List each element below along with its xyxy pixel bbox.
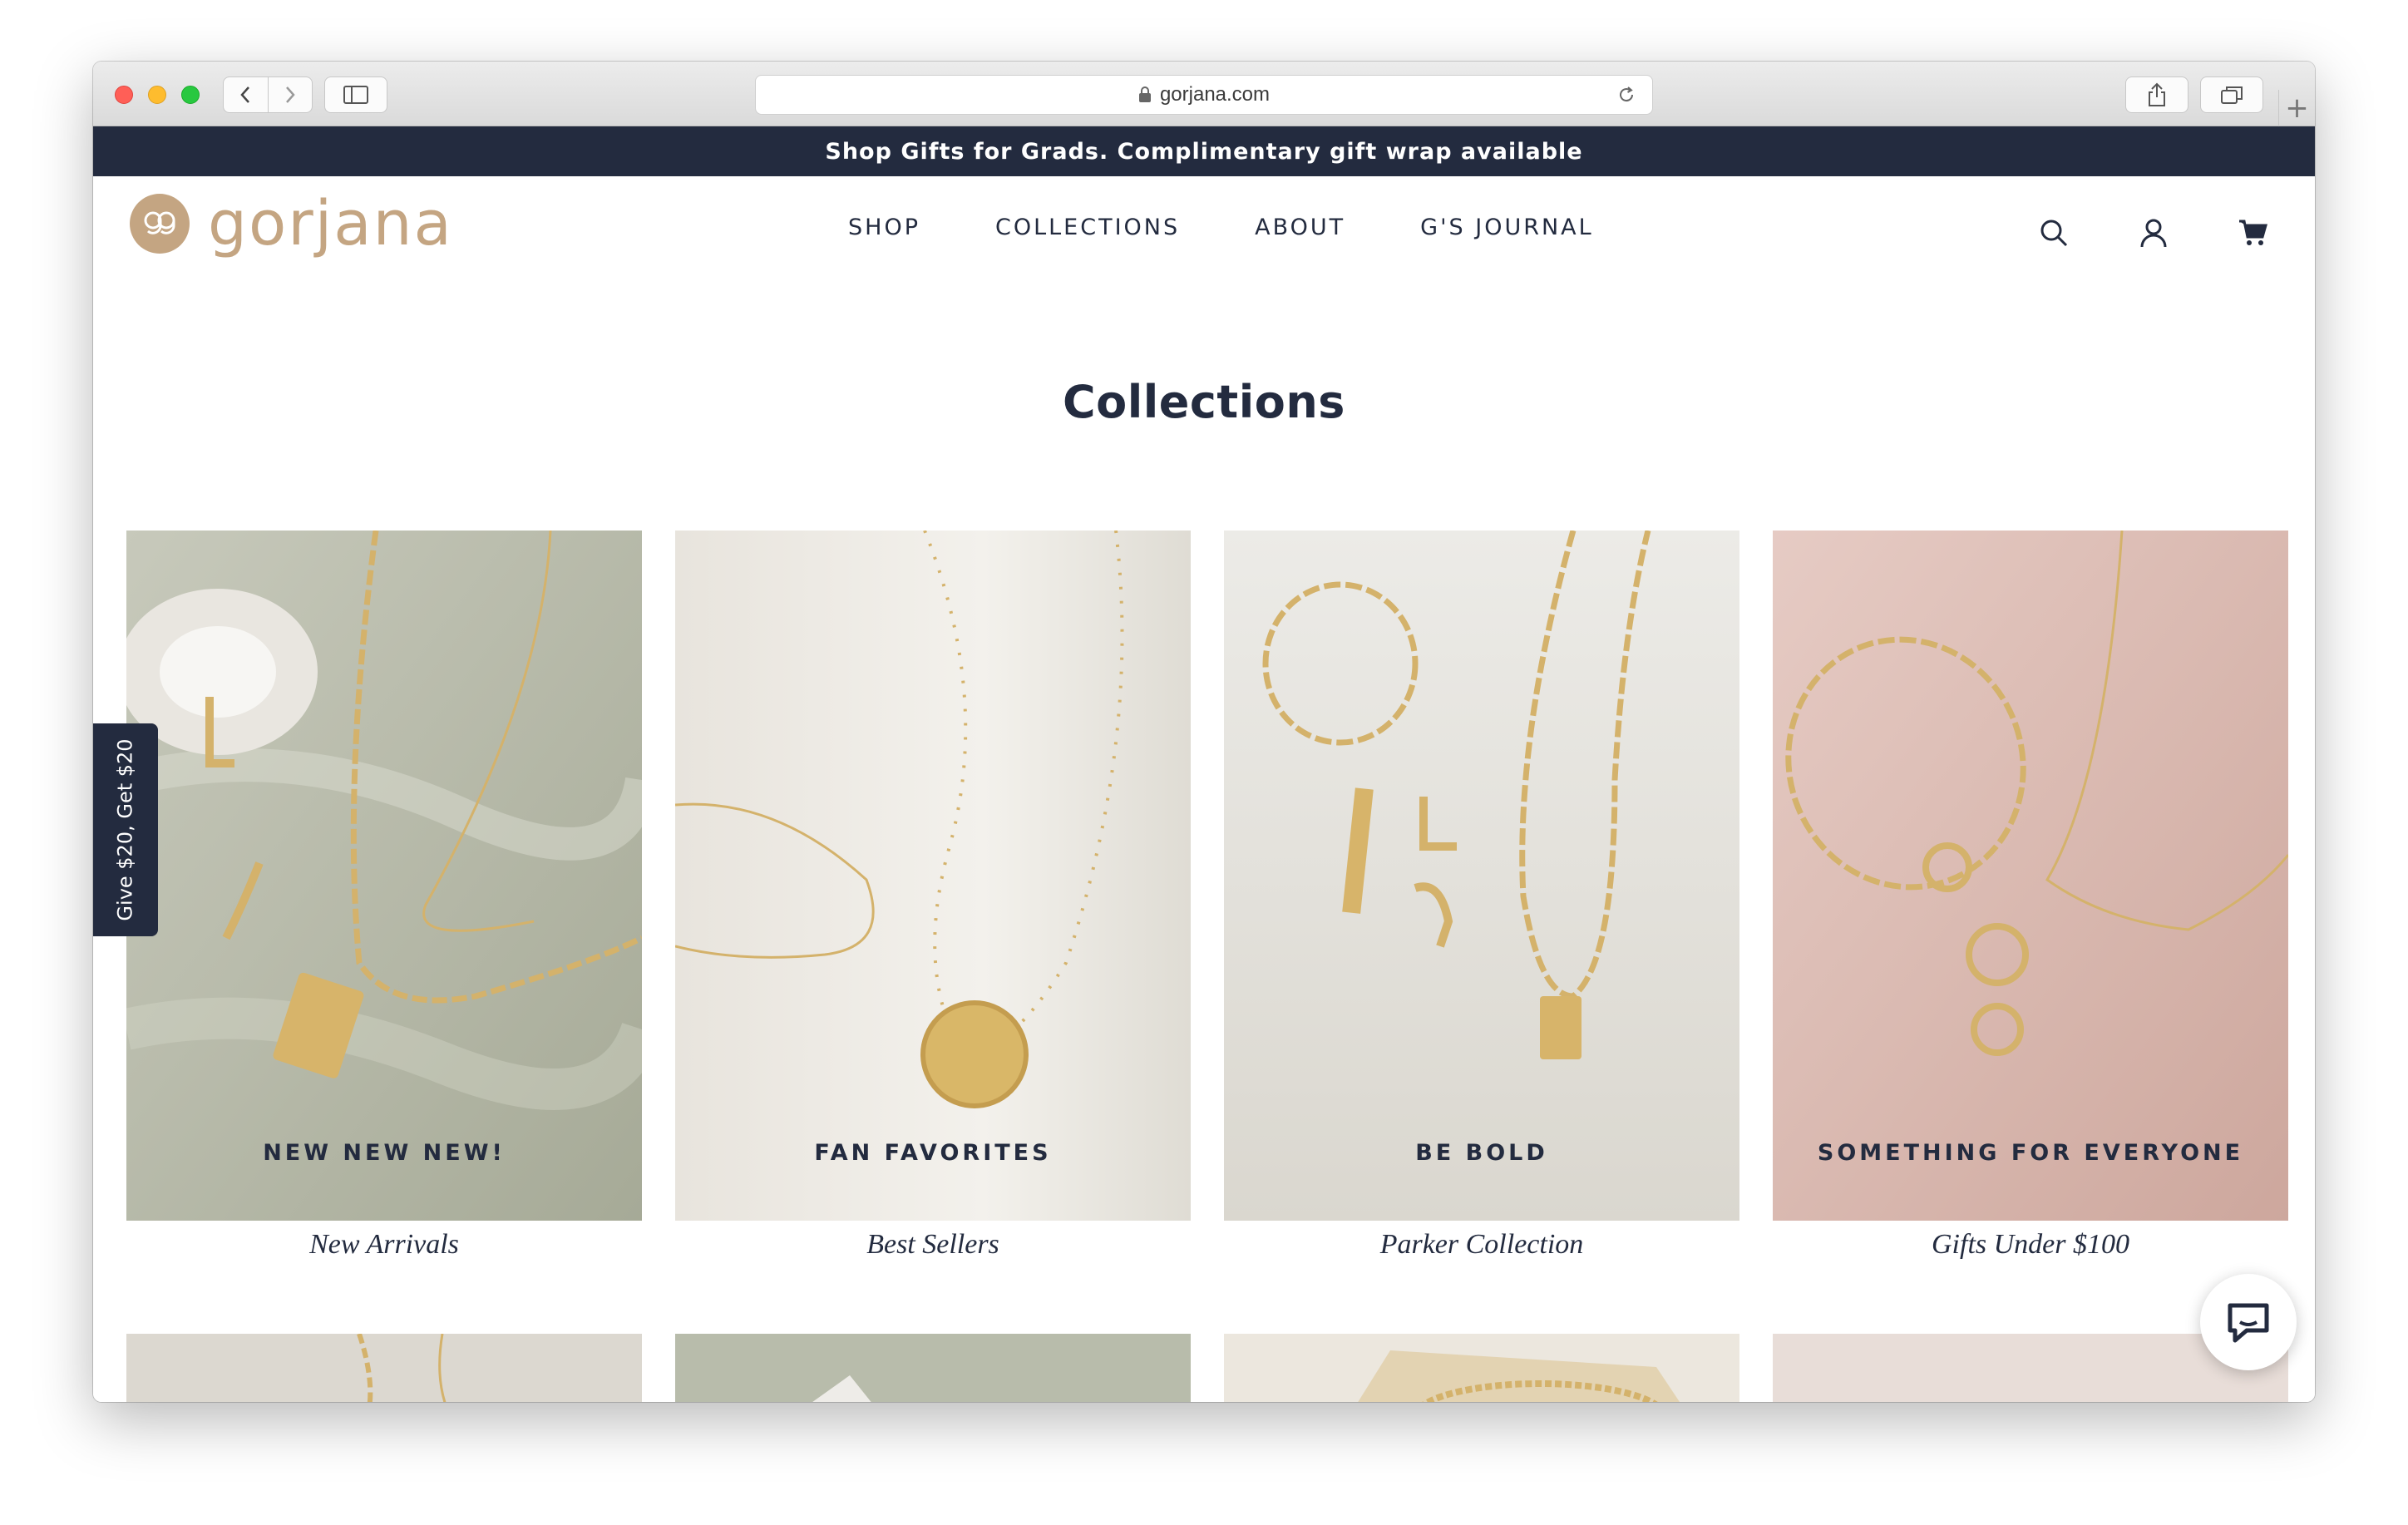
web-page: Shop Gifts for Grads. Complimentary gift… <box>93 126 2315 1402</box>
sidebar-icon <box>343 86 368 104</box>
promo-banner[interactable]: Shop Gifts for Grads. Complimentary gift… <box>93 126 2315 176</box>
nav-journal[interactable]: G'S JOURNAL <box>1420 215 1594 240</box>
site-logo[interactable]: gorjana <box>130 193 453 254</box>
jewelry-photo <box>1358 1350 1680 1402</box>
search-icon <box>2040 220 2068 247</box>
collection-image[interactable]: BE BOLD <box>1224 531 1739 1221</box>
search-button[interactable] <box>2035 215 2072 251</box>
new-tab-button[interactable]: + <box>2278 90 2315 126</box>
collection-card-best-sellers[interactable]: FAN FAVORITES Best Sellers <box>675 531 1191 1261</box>
jewelry-photo <box>126 531 642 1221</box>
jewelry-photo <box>357 1334 447 1402</box>
tab-overview-button[interactable] <box>2200 76 2263 113</box>
collection-label: BE BOLD <box>1415 1140 1548 1166</box>
logo-wordmark: gorjana <box>208 188 453 259</box>
url-text: gorjana.com <box>1159 83 1271 106</box>
collection-image[interactable]: SOMETHING FOR EVERYONE <box>1773 531 2288 1221</box>
cart-icon <box>2239 220 2267 245</box>
reload-icon[interactable] <box>1616 84 1637 106</box>
promo-text: Shop Gifts for Grads. Complimentary gift… <box>825 138 1583 165</box>
collection-label: NEW NEW NEW! <box>263 1140 506 1166</box>
account-button[interactable] <box>2135 215 2172 251</box>
nav-about[interactable]: ABOUT <box>1255 215 1345 240</box>
collection-label: FAN FAVORITES <box>814 1140 1052 1166</box>
browser-toolbar: gorjana.com + <box>93 62 2315 126</box>
history-nav <box>223 76 313 113</box>
cart-button[interactable] <box>2235 215 2272 251</box>
minimize-window-button[interactable] <box>148 86 166 104</box>
address-bar[interactable]: gorjana.com <box>755 75 1653 115</box>
jewelry-photo <box>812 1375 871 1402</box>
collection-caption[interactable]: New Arrivals <box>126 1229 642 1261</box>
lock-icon <box>1138 86 1151 102</box>
chat-icon <box>2228 1303 2269 1343</box>
forward-button[interactable] <box>267 77 312 112</box>
collection-card-row2-2[interactable] <box>675 1334 1191 1402</box>
tabs-icon <box>2221 86 2243 104</box>
back-button[interactable] <box>224 77 268 112</box>
collection-caption[interactable]: Parker Collection <box>1224 1229 1739 1261</box>
collection-label: SOMETHING FOR EVERYONE <box>1817 1140 2244 1166</box>
collection-card-parker[interactable]: BE BOLD Parker Collection <box>1224 531 1739 1261</box>
nav-shop[interactable]: SHOP <box>848 215 920 240</box>
browser-window: gorjana.com + Shop Gifts for Grads. Comp… <box>93 62 2315 1402</box>
collection-card-row2-3[interactable] <box>1224 1334 1739 1402</box>
main-nav: SHOP COLLECTIONS ABOUT G'S JOURNAL <box>848 215 1594 240</box>
share-button[interactable] <box>2125 76 2188 113</box>
jewelry-photo <box>1773 531 2288 1221</box>
nav-collections[interactable]: COLLECTIONS <box>995 215 1180 240</box>
collection-image[interactable]: FAN FAVORITES <box>675 531 1191 1221</box>
close-window-button[interactable] <box>115 86 133 104</box>
chevron-left-icon <box>240 86 250 103</box>
referral-text: Give $20, Get $20 <box>114 738 138 921</box>
referral-tab[interactable]: Give $20, Get $20 <box>93 723 158 936</box>
page-title: Collections <box>1063 376 1345 428</box>
collection-image[interactable]: NEW NEW NEW! <box>126 531 642 1221</box>
collection-card-row2-1[interactable] <box>126 1334 642 1402</box>
jewelry-photo <box>1224 531 1739 1221</box>
site-header: gorjana SHOP COLLECTIONS ABOUT G'S JOURN… <box>93 176 2315 284</box>
share-icon <box>2149 82 2165 106</box>
logo-mark-icon <box>130 194 190 254</box>
collection-card-gifts[interactable]: SOMETHING FOR EVERYONE Gifts Under $100 <box>1773 531 2288 1261</box>
collection-caption[interactable]: Best Sellers <box>675 1229 1191 1261</box>
chevron-right-icon <box>286 86 295 103</box>
zoom-window-button[interactable] <box>181 86 200 104</box>
jewelry-photo <box>675 531 1191 1221</box>
collection-caption[interactable]: Gifts Under $100 <box>1773 1229 2288 1261</box>
chat-button[interactable] <box>2200 1274 2297 1370</box>
sidebar-toggle-button[interactable] <box>324 76 387 113</box>
user-icon <box>2140 219 2167 248</box>
collection-card-new-arrivals[interactable]: NEW NEW NEW! New Arrivals <box>126 531 642 1261</box>
